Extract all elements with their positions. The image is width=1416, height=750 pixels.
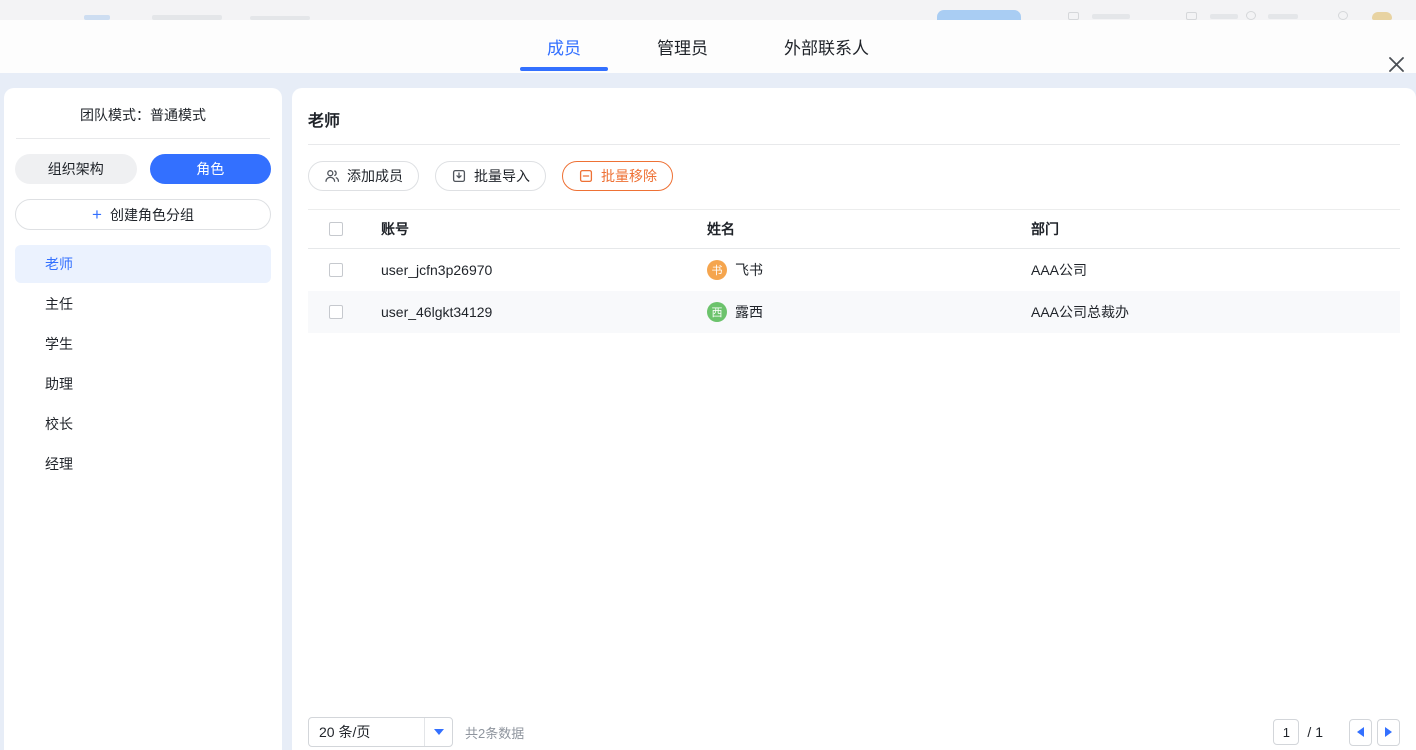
tab-members-label: 成员 [547,34,581,59]
active-tab-underline [520,67,608,71]
toolbar: 添加成员 批量导入 批量移除 [308,161,1400,191]
page-size-value: 20 条/页 [309,722,424,742]
main-divider [308,144,1400,145]
background-ghost [1210,14,1238,19]
role-item-director[interactable]: 主任 [15,285,271,323]
add-member-label: 添加成员 [347,166,403,186]
mode-toggle-group: 组织架构 角色 [15,154,271,184]
batch-remove-label: 批量移除 [601,166,657,186]
content-background: 团队模式：普通模式 组织架构 角色 + 创建角色分组 老师 主任 学生 助理 校… [0,73,1416,750]
pagination-bar: 20 条/页 共2条数据 / 1 [308,714,1400,750]
tab-external-contacts[interactable]: 外部联系人 [757,20,896,73]
background-ghost [1092,14,1130,19]
cell-department: AAA公司总裁办 [1031,302,1400,322]
cell-account: user_46lgkt34129 [360,304,703,320]
main-panel: 老师 添加成员 批量导入 [292,88,1416,750]
role-item-assistant[interactable]: 助理 [15,365,271,403]
background-ghost-icon [1246,11,1256,20]
org-structure-toggle[interactable]: 组织架构 [15,154,137,184]
select-all-checkbox[interactable] [329,222,343,236]
background-ghost-icon [1338,11,1348,20]
batch-remove-button[interactable]: 批量移除 [562,161,673,191]
user-avatar: 书 [707,260,727,280]
sidebar: 团队模式：普通模式 组织架构 角色 + 创建角色分组 老师 主任 学生 助理 校… [4,88,282,750]
page-size-select[interactable]: 20 条/页 [308,717,453,747]
add-member-icon [324,168,340,184]
batch-import-icon [451,168,467,184]
plus-icon: + [92,206,102,223]
total-count-label: 共2条数据 [465,723,524,742]
background-page-strip [0,0,1416,20]
modal-tabbar: 成员 管理员 外部联系人 [0,20,1416,73]
cell-name: 飞书 [735,260,763,280]
tab-external-contacts-label: 外部联系人 [784,34,869,59]
background-ghost [1268,14,1298,19]
page-title: 老师 [308,88,1400,131]
create-role-group-label: 创建角色分组 [110,205,194,225]
user-avatar: 西 [707,302,727,322]
sidebar-divider [16,138,270,139]
role-list: 老师 主任 学生 助理 校长 经理 [4,245,282,483]
row-checkbox[interactable] [329,305,343,319]
table-header-row: 账号 姓名 部门 [308,209,1400,249]
role-item-teacher[interactable]: 老师 [15,245,271,283]
member-management-screen: 成员 管理员 外部联系人 团队模式：普通模式 组织架构 角色 [0,0,1416,750]
roles-toggle[interactable]: 角色 [150,154,272,184]
tab-members[interactable]: 成员 [520,20,608,73]
close-icon [1388,56,1405,73]
cell-department: AAA公司 [1031,260,1400,280]
role-item-manager[interactable]: 经理 [15,445,271,483]
members-table: 账号 姓名 部门 user_jcfn3p26970 书 飞书 AAA公司 [308,209,1400,333]
table-row[interactable]: user_jcfn3p26970 书 飞书 AAA公司 [308,249,1400,291]
batch-import-button[interactable]: 批量导入 [435,161,546,191]
next-page-icon [1385,727,1392,737]
prev-page-button[interactable] [1349,719,1372,746]
column-header-name: 姓名 [703,219,1031,239]
column-header-department: 部门 [1031,219,1400,239]
column-header-account: 账号 [360,219,703,239]
row-checkbox[interactable] [329,263,343,277]
background-ghost-icon [1186,12,1197,20]
cell-name: 露西 [735,302,763,322]
cell-account: user_jcfn3p26970 [360,262,703,278]
role-item-principal[interactable]: 校长 [15,405,271,443]
prev-page-icon [1357,727,1364,737]
create-role-group-button[interactable]: + 创建角色分组 [15,199,271,230]
role-item-student[interactable]: 学生 [15,325,271,363]
table-row[interactable]: user_46lgkt34129 西 露西 AAA公司总裁办 [308,291,1400,333]
page-number-input[interactable] [1273,719,1299,745]
tab-admins[interactable]: 管理员 [630,20,735,73]
next-page-button[interactable] [1377,719,1400,746]
tab-group: 成员 管理员 外部联系人 [520,20,896,73]
background-ghost-icon [1068,12,1079,20]
chevron-down-icon [434,729,444,735]
team-mode-label: 团队模式：普通模式 [4,105,282,125]
batch-remove-icon [578,168,594,184]
add-member-button[interactable]: 添加成员 [308,161,419,191]
batch-import-label: 批量导入 [474,166,530,186]
tab-admins-label: 管理员 [657,34,708,59]
background-ghost-avatar [1372,12,1392,20]
page-total-label: / 1 [1307,724,1323,740]
